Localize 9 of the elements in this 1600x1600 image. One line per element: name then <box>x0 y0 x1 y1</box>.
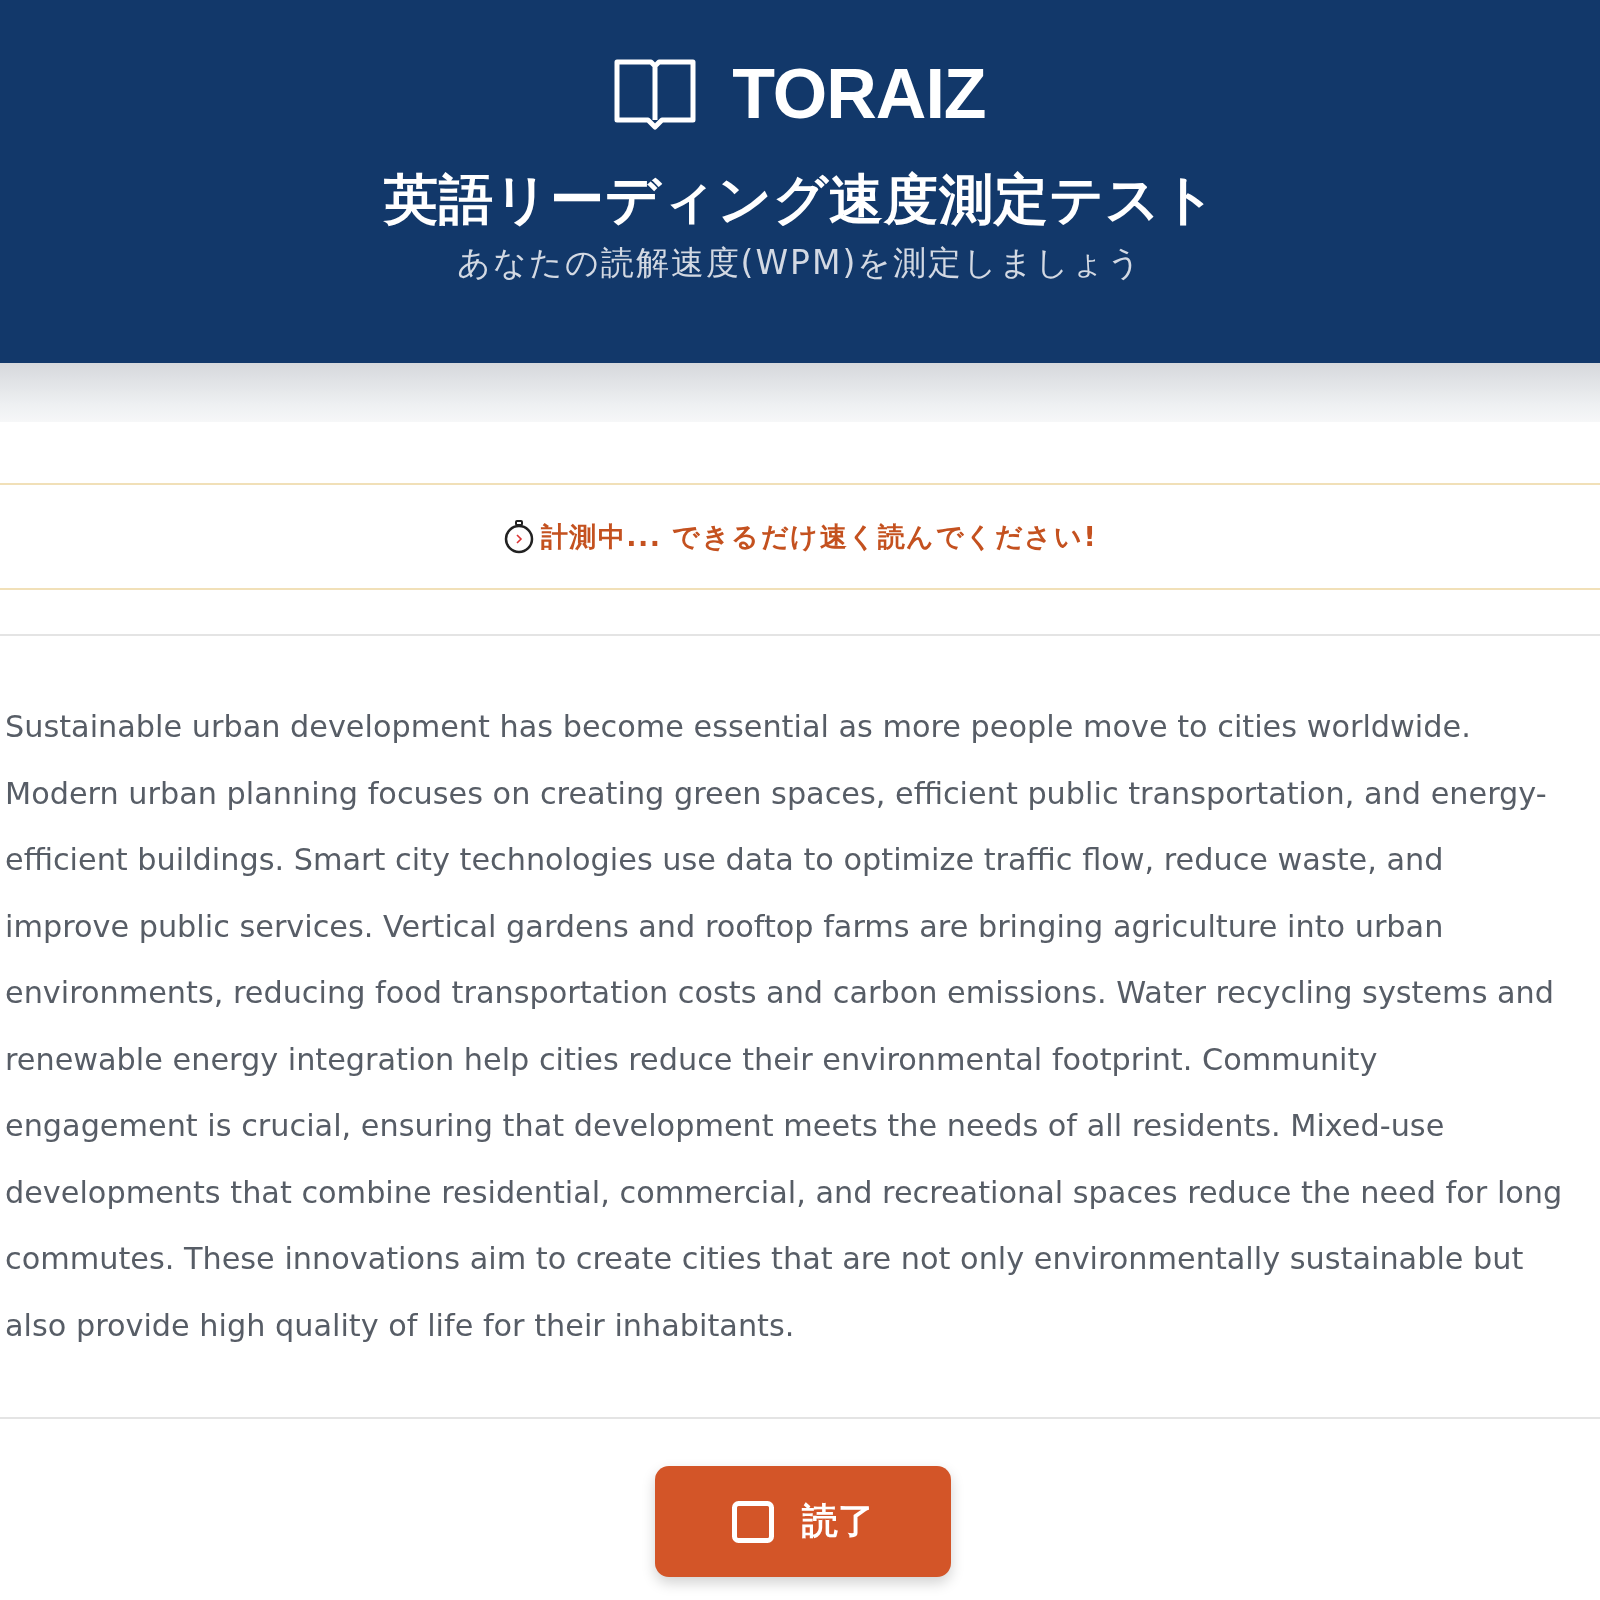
page-subtitle: あなたの読解速度(WPM)を測定しましょう <box>456 242 1144 284</box>
logo-text: TORAIZ <box>732 58 986 130</box>
checkbox-icon <box>731 1500 774 1543</box>
open-book-icon <box>614 58 697 130</box>
finish-reading-button[interactable]: 読了 <box>654 1466 951 1577</box>
status-message: 計測中... できるだけ速く読んでください! <box>540 519 1098 554</box>
reading-passage: Sustainable urban development has become essential as more people move to cities worldwide. Modern urban planning focuses on creating green spaces, efficient public transportation, and energy-efficient buildings. Smart city technologies use data to optimize traffic flow, reduce waste, and improve public services. Vertical gardens and rooftop farms are bringing agriculture into urban environments, reducing food transportation costs and carbon emissions. Water recycling systems and renewable energy integration help cities reduce their environmental footprint. Community engagement is crucial, ensuring that development meets the needs of all residents. Mixed-use developments that combine residential, commercial, and recreational spaces reduce the need for long commutes. These innovations aim to create cities that are not only environmentally sustainable but also provide high quality of life for their inhabitants. <box>5 708 1564 1345</box>
page-title: 英語リーディング速度測定テスト <box>383 168 1217 232</box>
stopwatch-icon <box>502 519 535 554</box>
